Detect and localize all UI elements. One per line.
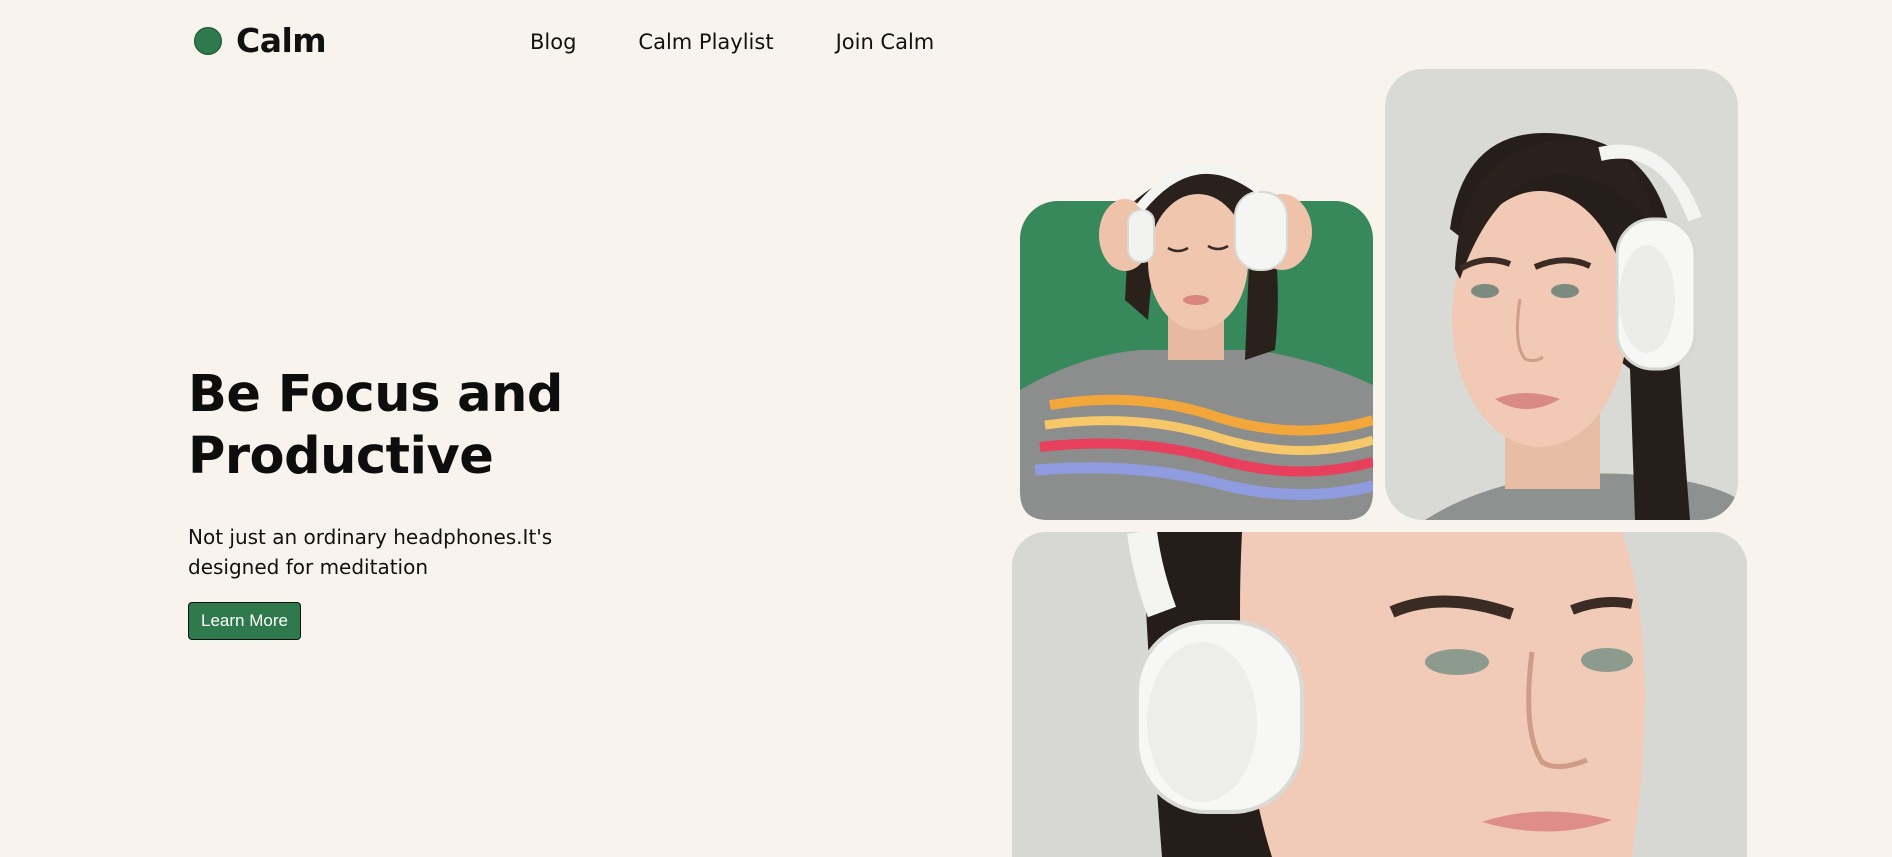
photo-1-illustration	[1020, 163, 1373, 520]
woman-headphones-closeup-photo	[1012, 532, 1747, 857]
nav-link-join-calm[interactable]: Join Calm	[836, 29, 935, 55]
hero-title-line-2: Productive	[188, 427, 494, 486]
brand-name: Calm	[236, 21, 327, 60]
nav-links: Blog Calm Playlist Join Calm	[530, 29, 934, 55]
woman-headphones-green-card-photo	[1020, 150, 1373, 520]
learn-more-button[interactable]: Learn More	[188, 602, 301, 640]
nav-link-blog[interactable]: Blog	[530, 29, 576, 55]
hero-title-line-1: Be Focus and	[188, 365, 563, 424]
brand-dot-icon	[194, 27, 222, 55]
woman-headphones-portrait-photo	[1385, 69, 1738, 520]
photo-2-illustration	[1385, 69, 1738, 520]
hero-section: Be Focus and Productive Not just an ordi…	[188, 364, 708, 640]
hero-title: Be Focus and Productive	[188, 364, 708, 488]
hero-subtitle-line-1: Not just an ordinary headphones.It's	[188, 525, 553, 549]
nav-link-calm-playlist[interactable]: Calm Playlist	[638, 29, 773, 55]
photo-3-illustration	[1012, 532, 1747, 857]
brand-logo[interactable]: Calm	[194, 20, 327, 62]
hero-subtitle: Not just an ordinary headphones.It's des…	[188, 522, 608, 582]
hero-subtitle-line-2: designed for meditation	[188, 555, 429, 579]
